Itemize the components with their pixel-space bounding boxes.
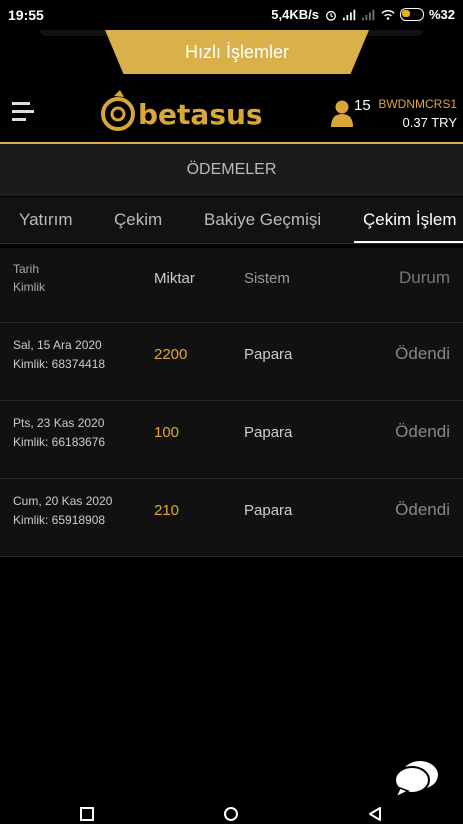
battery-percent: %32 bbox=[428, 7, 455, 22]
row-system: Papara bbox=[244, 346, 293, 363]
battery-icon bbox=[399, 8, 424, 21]
back-icon[interactable] bbox=[367, 806, 383, 822]
alarm-icon bbox=[326, 10, 336, 21]
row-amount: 100 bbox=[154, 424, 180, 441]
row-date: Cum, 20 Kas 2020 bbox=[13, 494, 113, 508]
tab-withdraw-transactions[interactable]: Çekim İşlem bbox=[363, 210, 457, 230]
page-title: ÖDEMELER bbox=[0, 144, 463, 196]
row-amount: 2200 bbox=[154, 346, 188, 363]
row-date: Sal, 15 Ara 2020 bbox=[13, 338, 102, 352]
row-status: Ödendi bbox=[395, 500, 450, 519]
quick-actions-button[interactable]: Hızlı İşlemler bbox=[105, 30, 369, 74]
user-balance: 0.37 TRY bbox=[402, 115, 457, 130]
row-id: Kimlik: 66183676 bbox=[13, 435, 106, 449]
column-header-date: Tarih bbox=[13, 262, 40, 276]
row-id: Kimlik: 65918908 bbox=[13, 513, 106, 527]
active-tab-indicator bbox=[354, 241, 463, 243]
status-time: 19:55 bbox=[8, 7, 44, 23]
tab-withdraw[interactable]: Çekim bbox=[114, 210, 162, 230]
wifi-icon bbox=[381, 9, 395, 20]
table-row[interactable]: Pts, 23 Kas 2020 Kimlik: 66183676 100 Pa… bbox=[0, 401, 463, 479]
menu-icon[interactable] bbox=[12, 102, 34, 122]
status-bar: 19:55 5,4KB/s %32 bbox=[0, 0, 463, 30]
home-icon[interactable] bbox=[223, 806, 239, 822]
chat-icon[interactable] bbox=[392, 758, 440, 798]
brand-logo-text: betasus bbox=[138, 98, 263, 131]
column-header-status: Durum bbox=[398, 268, 450, 287]
row-date: Pts, 23 Kas 2020 bbox=[13, 416, 105, 430]
user-icon[interactable] bbox=[331, 99, 353, 127]
tab-balance-history[interactable]: Bakiye Geçmişi bbox=[204, 210, 321, 230]
quick-actions-label: Hızlı İşlemler bbox=[184, 41, 289, 62]
table-row[interactable]: Sal, 15 Ara 2020 Kimlik: 68374418 2200 P… bbox=[0, 323, 463, 401]
column-header-amount: Miktar bbox=[154, 270, 195, 287]
column-header-system: Sistem bbox=[244, 270, 290, 287]
transactions-table: Tarih Kimlik Miktar Sistem Durum Sal, 15… bbox=[0, 248, 463, 557]
brand-logo[interactable]: betasus bbox=[100, 88, 270, 136]
row-status: Ödendi bbox=[395, 344, 450, 363]
column-header-id: Kimlik bbox=[13, 280, 45, 294]
status-right: 5,4KB/s %32 bbox=[271, 7, 455, 22]
table-header-row: Tarih Kimlik Miktar Sistem Durum bbox=[0, 248, 463, 323]
system-nav-bar bbox=[0, 800, 463, 824]
payment-tabs: Yatırım Çekim Bakiye Geçmişi Çekim İşlem bbox=[0, 197, 463, 244]
tab-deposit[interactable]: Yatırım bbox=[19, 210, 73, 230]
row-id: Kimlik: 68374418 bbox=[13, 357, 106, 371]
signal-weak-icon bbox=[361, 9, 375, 20]
row-amount: 210 bbox=[154, 502, 180, 519]
user-count: 15 bbox=[354, 97, 371, 114]
table-row[interactable]: Cum, 20 Kas 2020 Kimlik: 65918908 210 Pa… bbox=[0, 479, 463, 557]
username[interactable]: BWDNMCRS1 bbox=[378, 97, 457, 111]
signal-icon bbox=[342, 9, 356, 20]
page-title-text: ÖDEMELER bbox=[186, 161, 277, 178]
network-speed: 5,4KB/s bbox=[271, 7, 319, 22]
recent-apps-icon[interactable] bbox=[79, 806, 95, 822]
row-system: Papara bbox=[244, 424, 293, 441]
row-system: Papara bbox=[244, 502, 293, 519]
app-header: betasus 15 BWDNMCRS1 0.37 TRY bbox=[0, 80, 463, 144]
row-status: Ödendi bbox=[395, 422, 450, 441]
